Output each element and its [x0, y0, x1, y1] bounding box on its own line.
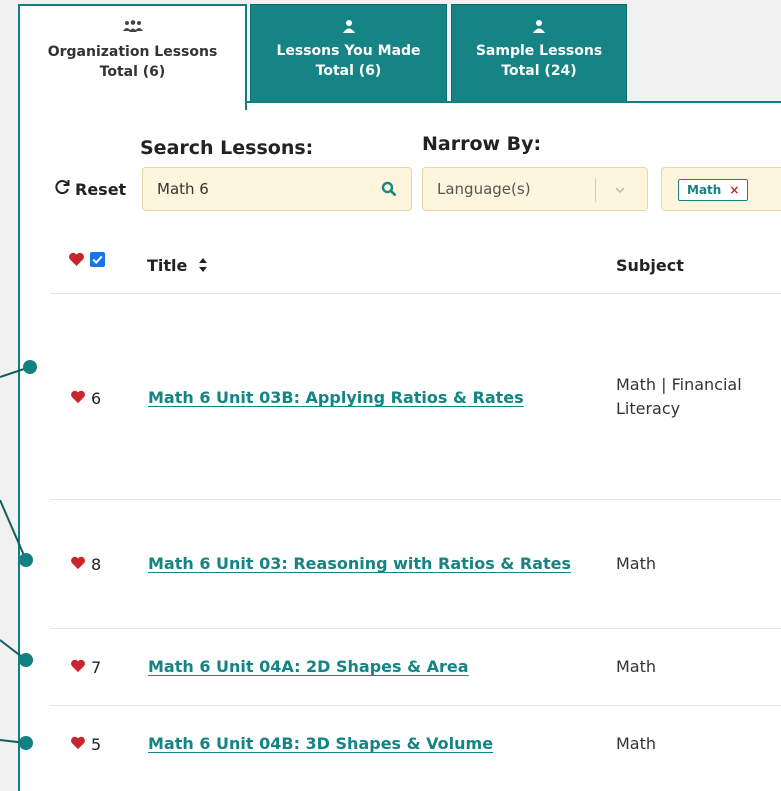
heart-icon: [70, 658, 86, 677]
lesson-subject: Math: [616, 657, 657, 676]
row-divider: [50, 628, 781, 629]
tab-organization-lessons[interactable]: Organization Lessons Total (6): [18, 4, 247, 110]
subject-column-header: Subject: [616, 256, 684, 275]
sort-icon[interactable]: [198, 256, 208, 275]
tab-lessons-you-made[interactable]: Lessons You Made Total (6): [250, 4, 447, 102]
favorite-count[interactable]: 7: [70, 658, 101, 677]
tab-title: Organization Lessons: [47, 44, 218, 60]
favorite-count-value: 5: [91, 735, 102, 754]
search-icon[interactable]: [381, 181, 397, 201]
heart-icon: [70, 555, 86, 574]
search-input[interactable]: [157, 180, 377, 198]
subject-filter[interactable]: Math ×: [661, 167, 781, 211]
favorite-count-value: 7: [91, 658, 102, 677]
narrow-by-label: Narrow By:: [422, 133, 542, 155]
select-divider: [595, 178, 596, 202]
tab-sample-lessons[interactable]: Sample Lessons Total (24): [451, 4, 627, 102]
heart-icon: [70, 389, 86, 408]
tab-total: Total (6): [315, 63, 382, 79]
favorite-count[interactable]: 8: [70, 555, 101, 574]
title-column-header[interactable]: Title: [147, 256, 208, 275]
favorite-count[interactable]: 5: [70, 735, 101, 754]
reset-label: Reset: [75, 179, 127, 199]
row-divider: [50, 705, 781, 706]
lesson-subject-line2: Literacy: [616, 399, 681, 418]
remove-chip-button[interactable]: ×: [729, 183, 739, 197]
favorite-count-value: 8: [91, 555, 102, 574]
select-all-checkbox[interactable]: [90, 252, 105, 271]
lesson-subject: Math | Financial Literacy: [616, 373, 742, 421]
row-divider: [50, 499, 781, 500]
lesson-title-link[interactable]: Math 6 Unit 04B: 3D Shapes & Volume: [148, 734, 493, 753]
heart-icon: [68, 252, 85, 271]
filter-chip-math: Math ×: [678, 179, 749, 201]
lesson-subject: Math: [616, 554, 657, 573]
people-icon: [20, 20, 245, 42]
title-header-label: Title: [147, 256, 188, 275]
chip-label: Math: [687, 183, 722, 197]
lessons-panel: Search Lessons: Narrow By: Reset Languag…: [18, 101, 781, 791]
language-placeholder: Language(s): [437, 180, 531, 198]
lesson-subject-line1: Math | Financial: [616, 375, 742, 394]
favorite-count[interactable]: 6: [70, 389, 101, 408]
person-icon: [452, 19, 626, 41]
search-field[interactable]: [142, 167, 412, 211]
refresh-icon: [53, 178, 71, 200]
heart-icon: [70, 735, 86, 754]
favorites-header: [68, 252, 105, 271]
reset-button[interactable]: Reset: [53, 178, 126, 200]
lesson-subject: Math: [616, 734, 657, 753]
tab-title: Sample Lessons: [475, 43, 603, 59]
tab-bar: Organization Lessons Total (6) Lessons Y…: [0, 0, 781, 110]
favorite-count-value: 6: [91, 389, 102, 408]
lesson-title-link[interactable]: Math 6 Unit 03: Reasoning with Ratios & …: [148, 554, 571, 573]
tab-title: Lessons You Made: [276, 43, 421, 59]
chevron-down-icon[interactable]: [613, 182, 627, 201]
search-label: Search Lessons:: [140, 137, 314, 159]
person-icon: [251, 19, 446, 41]
tab-total: Total (6): [99, 64, 166, 80]
lesson-title-link[interactable]: Math 6 Unit 04A: 2D Shapes & Area: [148, 657, 469, 676]
language-select[interactable]: Language(s): [422, 167, 648, 211]
lesson-title-link[interactable]: Math 6 Unit 03B: Applying Ratios & Rates: [148, 388, 524, 407]
row-divider: [50, 293, 781, 294]
tab-total: Total (24): [501, 63, 577, 79]
